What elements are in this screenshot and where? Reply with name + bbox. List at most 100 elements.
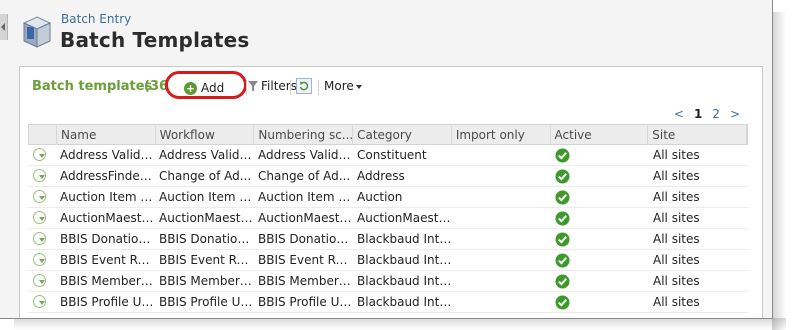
next-page-button[interactable]: > (730, 107, 740, 121)
batch-box-icon (22, 16, 52, 48)
row-expander-cell (28, 250, 56, 270)
cell-active (551, 250, 649, 270)
cell-category: Blackbaud Inte... (357, 253, 452, 267)
cell-name: BBIS Profile Up... (60, 295, 155, 309)
expand-row-icon[interactable] (33, 253, 46, 266)
table-row[interactable]: BBIS Members... BBIS Members... BBIS Membe… (28, 271, 748, 292)
collapse-tab[interactable] (0, 14, 8, 40)
check-icon (555, 295, 570, 310)
cell-site: All sites (653, 232, 700, 246)
cell-category: Constituent (357, 148, 427, 162)
chevron-down-icon (38, 154, 45, 158)
row-expander-cell (28, 145, 56, 165)
cell-workflow: Auction Item B... (159, 190, 254, 204)
column-header-category[interactable]: Category (353, 125, 452, 144)
check-icon (555, 169, 570, 184)
cell-import-only (452, 229, 551, 249)
cell-workflow: Change of Ad... (159, 169, 252, 183)
cell-import-only (452, 271, 551, 291)
chevron-down-icon (38, 217, 45, 221)
cell-import-only (452, 250, 551, 270)
cell-site: All sites (653, 169, 700, 183)
window-shadow-bottom (14, 318, 786, 330)
cell-workflow: BBIS Profile Up... (159, 295, 254, 309)
cell-numbering-scheme: BBIS Event Reg... (258, 253, 353, 267)
toolbar-divider (290, 80, 291, 95)
check-icon (555, 190, 570, 205)
breadcrumb[interactable]: Batch Entry (61, 12, 131, 26)
cell-name: BBIS Donation ... (60, 232, 155, 246)
expand-row-icon[interactable] (33, 274, 46, 287)
table-row[interactable]: AddressFinder ... Change of Ad... Change o… (28, 166, 748, 187)
table-row[interactable]: BBIS Event Reg... BBIS Event Reg... BBIS E… (28, 250, 748, 271)
cell-numbering-scheme: BBIS Donation ... (258, 232, 353, 246)
cell-active (551, 292, 649, 312)
add-button-highlight (165, 71, 247, 99)
row-expander-cell (28, 229, 56, 249)
cell-import-only (452, 166, 551, 186)
cell-active (551, 187, 649, 207)
page-2-link[interactable]: 2 (712, 107, 720, 121)
filter-icon (248, 81, 258, 91)
expand-row-icon[interactable] (33, 148, 46, 161)
check-icon (555, 253, 570, 268)
grid-header-row: Name Workflow Numbering sc... Category I… (28, 124, 748, 145)
page-1-link[interactable]: 1 (694, 107, 702, 121)
cell-name: AddressFinder ... (60, 169, 155, 183)
check-icon (555, 148, 570, 163)
expand-row-icon[interactable] (33, 169, 46, 182)
cell-name: Auction Item B... (60, 190, 155, 204)
row-expander-cell (28, 187, 56, 207)
cell-workflow: BBIS Members... (159, 274, 254, 288)
cell-active (551, 166, 649, 186)
header-expander-col (29, 125, 57, 144)
expand-row-icon[interactable] (33, 295, 46, 308)
cell-name: AuctionMaestr... (60, 211, 155, 225)
cell-site: All sites (653, 148, 700, 162)
cell-active (551, 145, 649, 165)
cell-import-only (452, 145, 551, 165)
column-header-site[interactable]: Site (648, 125, 747, 144)
more-menu-button[interactable]: More (324, 79, 362, 93)
column-header-workflow[interactable]: Workflow (156, 125, 255, 144)
filters-button-label: Filters (261, 79, 297, 93)
check-icon (555, 211, 570, 226)
cell-numbering-scheme: Change of Ad... (258, 169, 351, 183)
prev-page-button[interactable]: < (674, 107, 684, 121)
cell-active (551, 271, 649, 291)
cell-site: All sites (653, 253, 700, 267)
column-header-active[interactable]: Active (551, 125, 649, 144)
row-expander-cell (28, 166, 56, 186)
cell-site: All sites (653, 190, 700, 204)
cell-workflow: Address Valida... (159, 148, 254, 162)
cell-import-only (452, 292, 551, 312)
grid-body: Address Valida... Address Valida... Addres… (28, 145, 748, 313)
check-icon (555, 274, 570, 289)
column-header-import-only[interactable]: Import only (452, 125, 551, 144)
page-frame: Batch Entry Batch Templates Batch templa… (0, 0, 773, 319)
table-row[interactable]: AuctionMaestr... AuctionMaestr... AuctionM… (28, 208, 748, 229)
table-row[interactable]: BBIS Profile Up... BBIS Profile Up... BBIS… (28, 292, 748, 313)
cell-site: All sites (653, 295, 700, 309)
cell-numbering-scheme: BBIS Members... (258, 274, 353, 288)
cell-name: BBIS Event Reg... (60, 253, 155, 267)
cell-import-only (452, 208, 551, 228)
refresh-button[interactable] (296, 78, 312, 94)
cell-workflow: BBIS Donation ... (159, 232, 254, 246)
table-row[interactable]: Address Valida... Address Valida... Addres… (28, 145, 748, 166)
cell-numbering-scheme: Auction Item B... (258, 190, 353, 204)
cell-import-only (452, 187, 551, 207)
check-icon (555, 232, 570, 247)
cell-numbering-scheme: BBIS Profile Up... (258, 295, 353, 309)
expand-row-icon[interactable] (33, 190, 46, 203)
expand-row-icon[interactable] (33, 211, 46, 224)
cell-category: Address (357, 169, 405, 183)
row-expander-cell (28, 271, 56, 291)
column-header-numbering-scheme[interactable]: Numbering sc... (254, 125, 354, 144)
expand-row-icon[interactable] (33, 232, 46, 245)
column-header-name[interactable]: Name (57, 125, 156, 144)
table-row[interactable]: BBIS Donation ... BBIS Donation ... BBIS D… (28, 229, 748, 250)
table-row[interactable]: Auction Item B... Auction Item B... Auctio… (28, 187, 748, 208)
refresh-icon (299, 81, 309, 91)
cell-category: AuctionMaestr... (357, 211, 452, 225)
